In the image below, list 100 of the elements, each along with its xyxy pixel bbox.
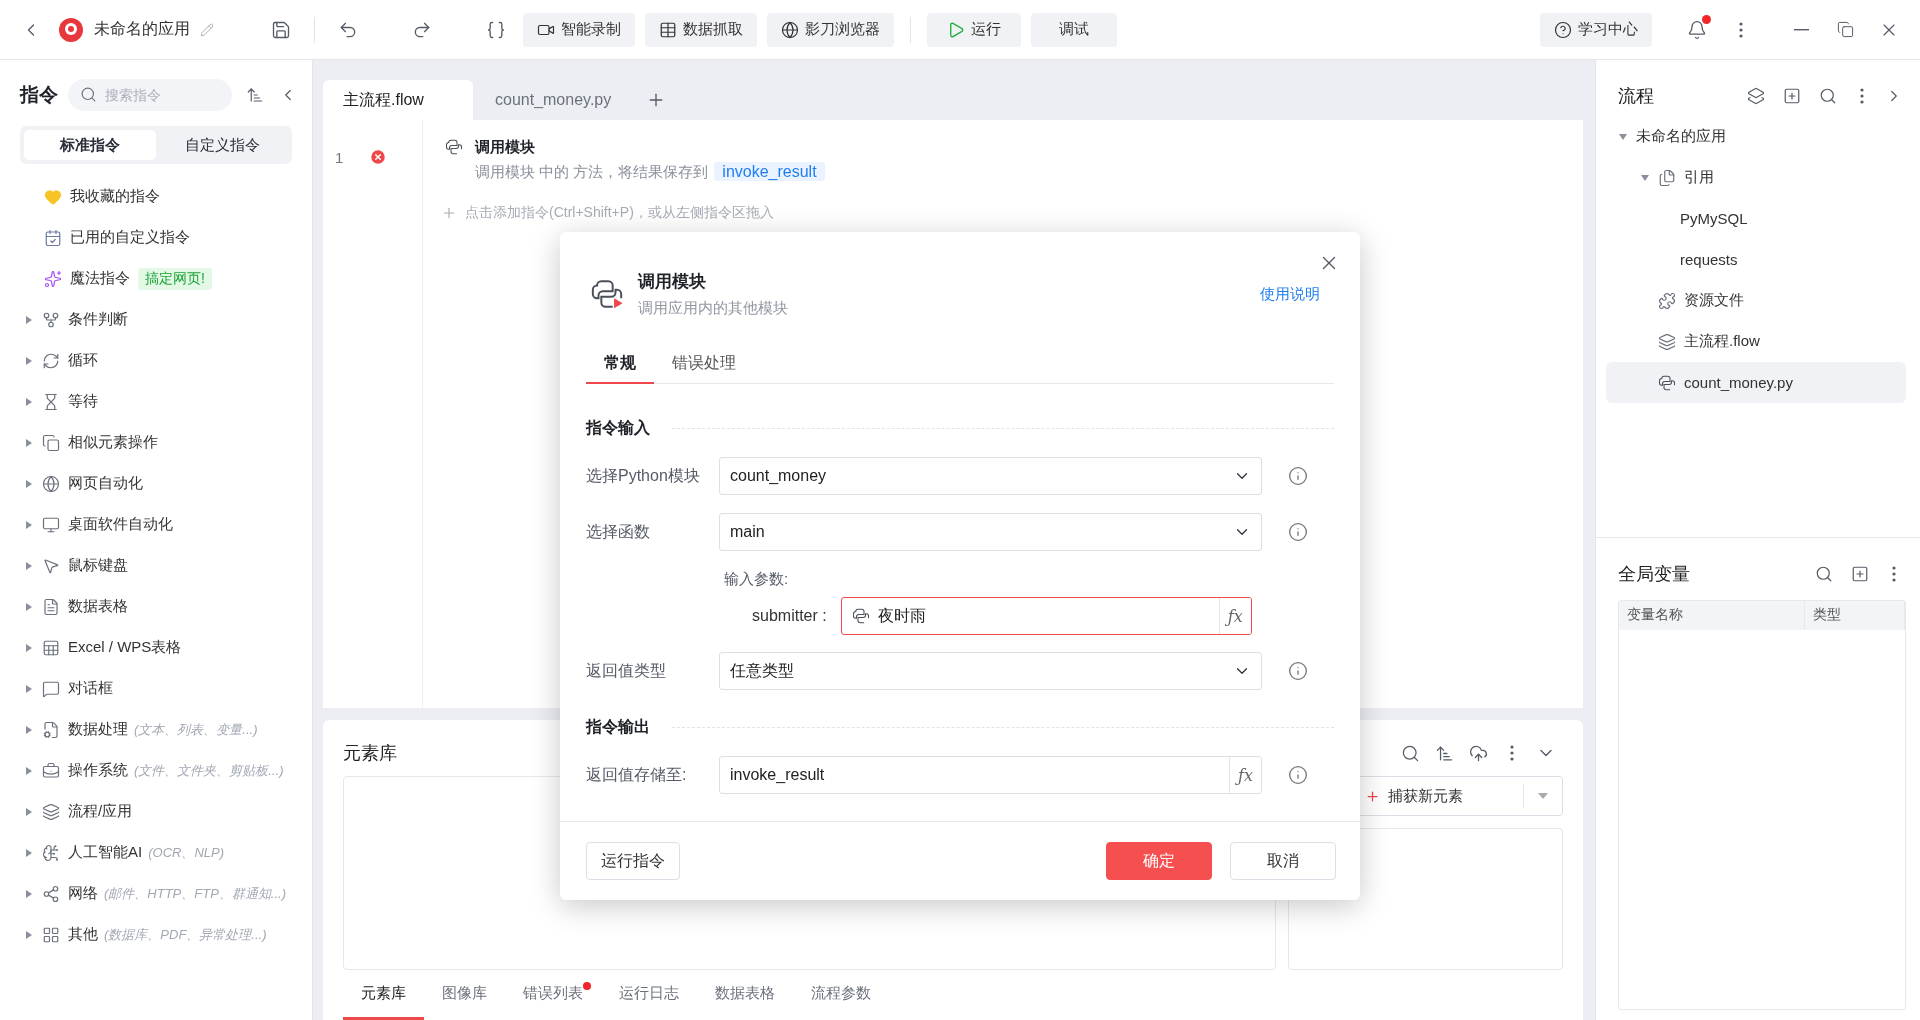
category-item[interactable]: 网络 bbox=[68, 884, 98, 903]
formula-button[interactable]: ƒx bbox=[1229, 757, 1261, 793]
more-icon bbox=[1892, 566, 1896, 582]
input-field[interactable]: invoke_result ƒx bbox=[719, 756, 1262, 794]
segment-tab[interactable]: 标准指令 bbox=[24, 130, 156, 160]
category-item[interactable]: 等待 bbox=[68, 392, 98, 411]
category-item[interactable]: 相似元素操作 bbox=[68, 433, 158, 452]
select-field[interactable]: 任意类型 bbox=[719, 652, 1262, 690]
panel-tab[interactable]: 图像库 bbox=[424, 970, 505, 1020]
expand-arrow-icon[interactable] bbox=[24, 683, 34, 694]
panel-tab[interactable]: 流程参数 bbox=[793, 970, 889, 1020]
expand-arrow-icon[interactable] bbox=[1640, 172, 1650, 183]
category-item[interactable]: 桌面软件自动化 bbox=[68, 515, 173, 534]
editor-tab[interactable]: count_money.py bbox=[475, 80, 638, 120]
expand-arrow-icon[interactable] bbox=[24, 806, 34, 817]
python-module-icon bbox=[590, 277, 624, 311]
search-icon bbox=[1815, 565, 1833, 583]
info-icon bbox=[1288, 466, 1308, 486]
tree-item[interactable]: 引用 bbox=[1606, 157, 1906, 198]
category-hint: (数据库、PDF、异常处理...) bbox=[104, 925, 267, 944]
category-item[interactable]: 对话框 bbox=[68, 679, 113, 698]
panel-tab[interactable]: 错误列表 bbox=[505, 970, 601, 1020]
category-item[interactable]: 流程/应用 bbox=[68, 802, 133, 821]
formula-button[interactable]: ƒx bbox=[1218, 598, 1251, 634]
expand-arrow-icon[interactable] bbox=[24, 519, 34, 530]
file-gear-icon bbox=[42, 720, 60, 739]
command-item[interactable]: 魔法指令 bbox=[70, 269, 130, 288]
param-name: submitter : bbox=[752, 607, 827, 625]
dialog-tab[interactable]: 常规 bbox=[586, 344, 654, 384]
expand-arrow-icon[interactable] bbox=[24, 560, 34, 571]
minimize-icon bbox=[1793, 28, 1809, 31]
expand-arrow-icon[interactable] bbox=[24, 478, 34, 489]
tree-item[interactable]: requests bbox=[1606, 239, 1906, 280]
panel-tab[interactable]: 元素库 bbox=[343, 970, 424, 1020]
command-item[interactable]: 已用的自定义指令 bbox=[70, 228, 190, 247]
expand-arrow-icon[interactable] bbox=[24, 642, 34, 653]
search-field[interactable]: 搜索指令 bbox=[68, 79, 232, 111]
panel-tab[interactable]: 运行日志 bbox=[601, 970, 697, 1020]
panel-tab[interactable]: 数据表格 bbox=[697, 970, 793, 1020]
input-field[interactable]: 夜时雨 ƒx bbox=[840, 597, 1252, 635]
pencil-icon bbox=[200, 22, 214, 37]
toolbar-button[interactable]: 影刀浏览器 bbox=[767, 12, 894, 47]
sparkle-icon bbox=[44, 269, 62, 288]
expand-arrow-icon[interactable] bbox=[24, 847, 34, 858]
help-link[interactable]: 使用说明 bbox=[1260, 284, 1320, 304]
expand-arrow-icon[interactable] bbox=[24, 355, 34, 366]
table-icon bbox=[659, 20, 677, 39]
category-item[interactable]: 网页自动化 bbox=[68, 474, 143, 493]
copy-icon bbox=[42, 433, 60, 452]
learning-center-button[interactable]: 学习中心 bbox=[1540, 12, 1652, 47]
layers-icon bbox=[1658, 332, 1676, 351]
category-item[interactable]: 操作系统 bbox=[68, 761, 128, 780]
cloud-upload-icon bbox=[1468, 743, 1488, 763]
category-item[interactable]: 鼠标键盘 bbox=[68, 556, 128, 575]
dialog-button[interactable]: 运行指令 bbox=[586, 842, 680, 880]
toolbar-button[interactable]: 智能录制 bbox=[523, 12, 635, 47]
category-item[interactable]: 条件判断 bbox=[68, 310, 128, 329]
dialog-tab[interactable]: 错误处理 bbox=[654, 344, 754, 384]
toolbar-button[interactable]: 数据抓取 bbox=[645, 12, 757, 47]
layers-icon bbox=[1747, 87, 1765, 105]
tree-item[interactable]: 资源文件 bbox=[1606, 280, 1906, 321]
category-item[interactable]: 其他 bbox=[68, 925, 98, 944]
command-item[interactable]: 我收藏的指令 bbox=[70, 187, 160, 206]
expand-arrow-icon[interactable] bbox=[24, 314, 34, 325]
category-item[interactable]: 数据表格 bbox=[68, 597, 128, 616]
select-field[interactable]: main bbox=[719, 513, 1262, 551]
briefcase-icon bbox=[42, 761, 60, 780]
dialog-button[interactable]: 取消 bbox=[1230, 842, 1336, 880]
run-button[interactable]: 运行 bbox=[927, 12, 1021, 47]
dialog-title: 调用模块 bbox=[638, 271, 707, 293]
category-item[interactable]: 人工智能AI bbox=[68, 843, 143, 862]
debug-button[interactable]: 调试 bbox=[1031, 12, 1117, 47]
expand-arrow-icon[interactable] bbox=[24, 601, 34, 612]
expand-arrow-icon[interactable] bbox=[24, 765, 34, 776]
sort-icon bbox=[246, 86, 264, 104]
expand-arrow-icon[interactable] bbox=[24, 929, 34, 940]
tree-item[interactable]: count_money.py bbox=[1606, 362, 1906, 403]
editor-tab[interactable]: 主流程.flow bbox=[323, 80, 473, 120]
select-field[interactable]: count_money bbox=[719, 457, 1262, 495]
line-number: 1 bbox=[335, 148, 344, 166]
expand-arrow-icon[interactable] bbox=[24, 396, 34, 407]
square-plus-icon bbox=[1783, 87, 1801, 105]
expand-arrow-icon[interactable] bbox=[24, 437, 34, 448]
tree-item[interactable]: 未命名的应用 bbox=[1606, 116, 1906, 157]
segment-tab[interactable]: 自定义指令 bbox=[156, 130, 288, 160]
share-icon bbox=[42, 884, 60, 903]
category-item[interactable]: Excel / WPS表格 bbox=[68, 638, 182, 657]
more-icon bbox=[1510, 745, 1514, 761]
panel-title: 元素库 bbox=[343, 742, 397, 765]
expand-arrow-icon[interactable] bbox=[24, 724, 34, 735]
tree-item[interactable]: 主流程.flow bbox=[1606, 321, 1906, 362]
more-icon bbox=[1860, 88, 1864, 104]
bell-icon bbox=[1687, 19, 1707, 40]
tree-item[interactable]: PyMySQL bbox=[1606, 198, 1906, 239]
category-item[interactable]: 数据处理 bbox=[68, 720, 128, 739]
category-hint: (OCR、NLP) bbox=[148, 843, 225, 862]
expand-arrow-icon[interactable] bbox=[24, 888, 34, 899]
expand-arrow-icon[interactable] bbox=[1618, 131, 1628, 142]
category-item[interactable]: 循环 bbox=[68, 351, 98, 370]
restore-icon bbox=[1836, 21, 1854, 38]
